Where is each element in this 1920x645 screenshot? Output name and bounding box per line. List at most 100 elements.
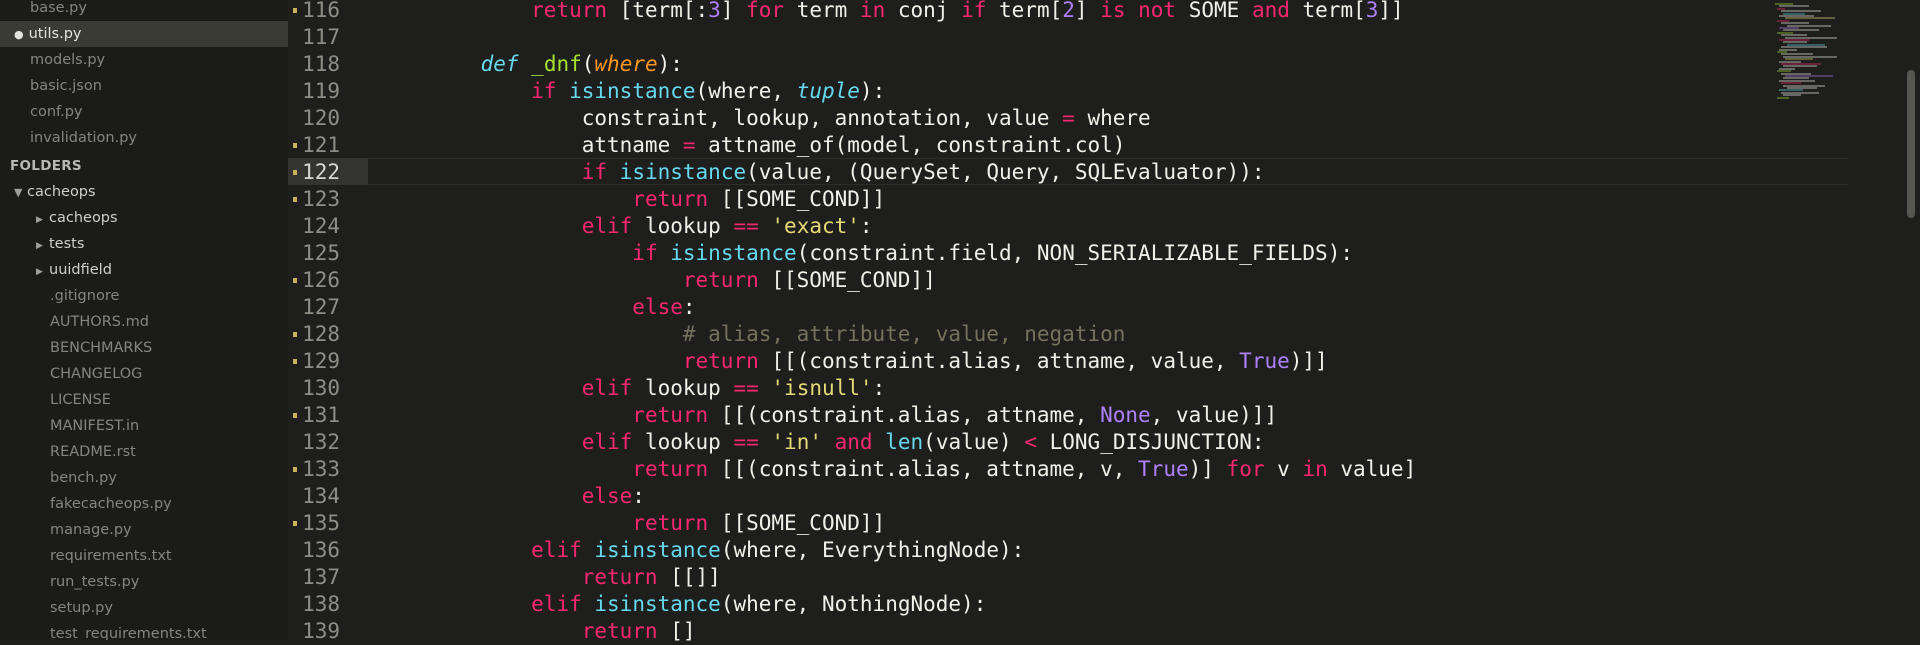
code-line[interactable]: return [[]] (430, 564, 1416, 591)
file--gitignore[interactable]: .gitignore (0, 283, 288, 309)
line-number[interactable]: 137 (302, 564, 340, 591)
modified-line-marker (293, 170, 297, 175)
folder-tests[interactable]: ▶ tests (0, 231, 288, 257)
folder-uuidfield[interactable]: ▶ uuidfield (0, 257, 288, 283)
disclosure-right-icon[interactable]: ▶ (36, 259, 46, 285)
folders-header: FOLDERS (10, 158, 82, 174)
line-number[interactable]: 130 (302, 375, 340, 402)
modified-line-marker (293, 467, 297, 472)
open-file-conf-py[interactable]: conf.py (0, 99, 288, 125)
file-setup-py[interactable]: setup.py (0, 595, 288, 621)
scrollbar-thumb[interactable] (1907, 70, 1915, 218)
disclosure-right-icon[interactable]: ▶ (36, 207, 46, 233)
code-line[interactable]: return [] (430, 618, 1416, 645)
open-file-label: invalidation.py (30, 130, 138, 146)
line-number[interactable]: 124 (302, 213, 340, 240)
open-file-invalidation-py[interactable]: invalidation.py (0, 125, 288, 151)
folder-cacheops-root[interactable]: ▼ cacheops (0, 179, 288, 205)
line-number[interactable]: 135 (302, 510, 340, 537)
line-number[interactable]: 128 (302, 321, 340, 348)
line-number[interactable]: 139 (302, 618, 340, 645)
line-number[interactable]: 138 (302, 591, 340, 618)
file-label: requirements.txt (50, 548, 172, 564)
code-line[interactable]: else: (430, 483, 1416, 510)
file-LICENSE[interactable]: LICENSE (0, 387, 288, 413)
disclosure-down-icon[interactable]: ▼ (14, 180, 24, 206)
line-number[interactable]: 121 (302, 132, 340, 159)
code-line[interactable]: return [[SOME_COND]] (430, 267, 1416, 294)
open-file-label: conf.py (30, 104, 83, 120)
folder-label: uuidfield (49, 262, 112, 278)
file-label: .gitignore (50, 288, 120, 304)
file-MANIFEST-in[interactable]: MANIFEST.in (0, 413, 288, 439)
file-test_requirements-txt[interactable]: test_requirements.txt (0, 621, 288, 640)
line-number[interactable]: 127 (302, 294, 340, 321)
file-requirements-txt[interactable]: requirements.txt (0, 543, 288, 569)
open-file-label: utils.py (28, 26, 82, 42)
code-line[interactable]: elif lookup == 'in' and len(value) < LON… (430, 429, 1416, 456)
code-line[interactable]: else: (430, 294, 1416, 321)
open-file-base-py[interactable]: base.py (0, 0, 288, 21)
line-number[interactable]: 129 (302, 348, 340, 375)
code-line[interactable]: ​ (430, 24, 1416, 51)
code-line[interactable]: if isinstance(constraint.field, NON_SERI… (430, 240, 1416, 267)
modified-line-marker (293, 143, 297, 148)
file-README-rst[interactable]: README.rst (0, 439, 288, 465)
code-line[interactable]: if isinstance(where, tuple): (430, 78, 1416, 105)
line-number[interactable]: 123 (302, 186, 340, 213)
code-editor[interactable]: 116 117 118 119 120 121 122 123 124 125 126 127 128 1… (288, 0, 1920, 643)
line-number[interactable]: 116 (302, 0, 340, 24)
open-file-utils-py[interactable]: ● utils.py (0, 21, 288, 47)
file-manage-py[interactable]: manage.py (0, 517, 288, 543)
modified-line-marker (293, 359, 297, 364)
file-label: test_requirements.txt (50, 626, 207, 640)
code-line[interactable]: return [[(constraint.alias, attname, val… (430, 348, 1416, 375)
line-number[interactable]: 122 (302, 159, 340, 186)
code-line[interactable]: # alias, attribute, value, negation (430, 321, 1416, 348)
code-line[interactable]: elif isinstance(where, EverythingNode): (430, 537, 1416, 564)
minimap-line (1777, 96, 1789, 99)
code-line[interactable]: return [[SOME_COND]] (430, 510, 1416, 537)
line-number[interactable]: 133 (302, 456, 340, 483)
code-line[interactable]: return [[(constraint.alias, attname, Non… (430, 402, 1416, 429)
line-number[interactable]: 125 (302, 240, 340, 267)
line-number[interactable]: 117 (302, 24, 340, 51)
disclosure-right-icon[interactable]: ▶ (36, 233, 46, 259)
open-file-basic-json[interactable]: basic.json (0, 73, 288, 99)
code-line[interactable]: if isinstance(value, (QuerySet, Query, S… (430, 159, 1416, 186)
line-number[interactable]: 136 (302, 537, 340, 564)
open-file-models-py[interactable]: models.py (0, 47, 288, 73)
line-number[interactable]: 132 (302, 429, 340, 456)
code-line[interactable]: def _dnf(where): (430, 51, 1416, 78)
line-number[interactable]: 134 (302, 483, 340, 510)
file-label: MANIFEST.in (50, 418, 140, 434)
line-number[interactable]: 131 (302, 402, 340, 429)
code-line[interactable]: attname = attname_of(model, constraint.c… (430, 132, 1416, 159)
unsaved-dot-icon: ● (14, 28, 24, 41)
line-number[interactable]: 118 (302, 51, 340, 78)
file-BENCHMARKS[interactable]: BENCHMARKS (0, 335, 288, 361)
vertical-scrollbar[interactable] (1904, 0, 1920, 640)
line-number[interactable]: 119 (302, 78, 340, 105)
code-line[interactable]: return [[SOME_COND]] (430, 186, 1416, 213)
code-line[interactable]: elif isinstance(where, NothingNode): (430, 591, 1416, 618)
file-AUTHORS-md[interactable]: AUTHORS.md (0, 309, 288, 335)
open-file-label: models.py (30, 52, 106, 68)
file-CHANGELOG[interactable]: CHANGELOG (0, 361, 288, 387)
line-number[interactable]: 120 (302, 105, 340, 132)
file-fakecacheops-py[interactable]: fakecacheops.py (0, 491, 288, 517)
line-number[interactable]: 126 (302, 267, 340, 294)
code-line[interactable]: return [term[:3] for term in conj if ter… (430, 0, 1416, 24)
minimap[interactable] (1775, 0, 1905, 640)
file-bench-py[interactable]: bench.py (0, 465, 288, 491)
minimap-line (1785, 17, 1835, 20)
modified-line-marker (293, 413, 297, 418)
open-file-label: base.py (30, 0, 87, 16)
code-line[interactable]: elif lookup == 'exact': (430, 213, 1416, 240)
folder-cacheops[interactable]: ▶ cacheops (0, 205, 288, 231)
code-line[interactable]: return [[(constraint.alias, attname, v, … (430, 456, 1416, 483)
code-text[interactable]: return [term[:3] for term in conj if ter… (430, 0, 1417, 645)
file-run_tests-py[interactable]: run_tests.py (0, 569, 288, 595)
code-line[interactable]: constraint, lookup, annotation, value = … (430, 105, 1416, 132)
code-line[interactable]: elif lookup == 'isnull': (430, 375, 1416, 402)
